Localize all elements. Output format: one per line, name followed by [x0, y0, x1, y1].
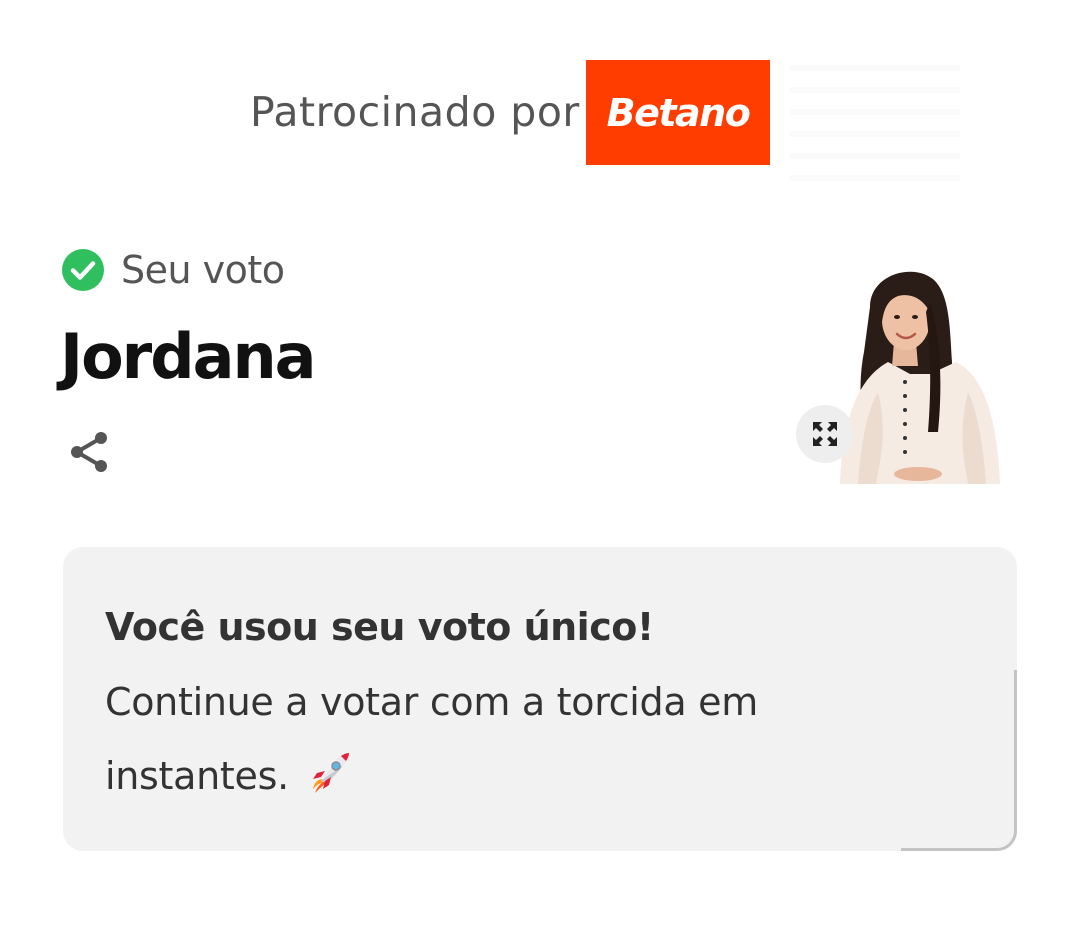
sponsor-watermark — [790, 65, 960, 185]
share-button[interactable] — [66, 428, 114, 476]
sponsor-logo[interactable]: Betano — [586, 60, 770, 165]
info-body-text: Continue a votar com a torcida em instan… — [105, 680, 758, 798]
expand-icon — [813, 422, 837, 446]
vote-info-card: Você usou seu voto único! Continue a vot… — [63, 547, 1017, 851]
info-card-edge — [901, 670, 1017, 851]
sponsor-logo-text: Betano — [606, 90, 751, 135]
check-circle-icon — [62, 249, 104, 291]
share-icon — [71, 432, 107, 472]
vote-status-label: Seu voto — [121, 248, 285, 292]
info-title: Você usou seu voto único! — [105, 605, 654, 649]
sponsor-row: Patrocinado por Betano — [0, 60, 1080, 185]
info-body: Continue a votar com a torcida em instan… — [105, 665, 865, 813]
expand-photo-button[interactable] — [796, 405, 854, 463]
rocket-icon — [312, 753, 349, 793]
sponsor-label: Patrocinado por — [250, 88, 580, 136]
candidate-name: Jordana — [60, 320, 316, 393]
vote-status: Seu voto — [62, 248, 285, 292]
